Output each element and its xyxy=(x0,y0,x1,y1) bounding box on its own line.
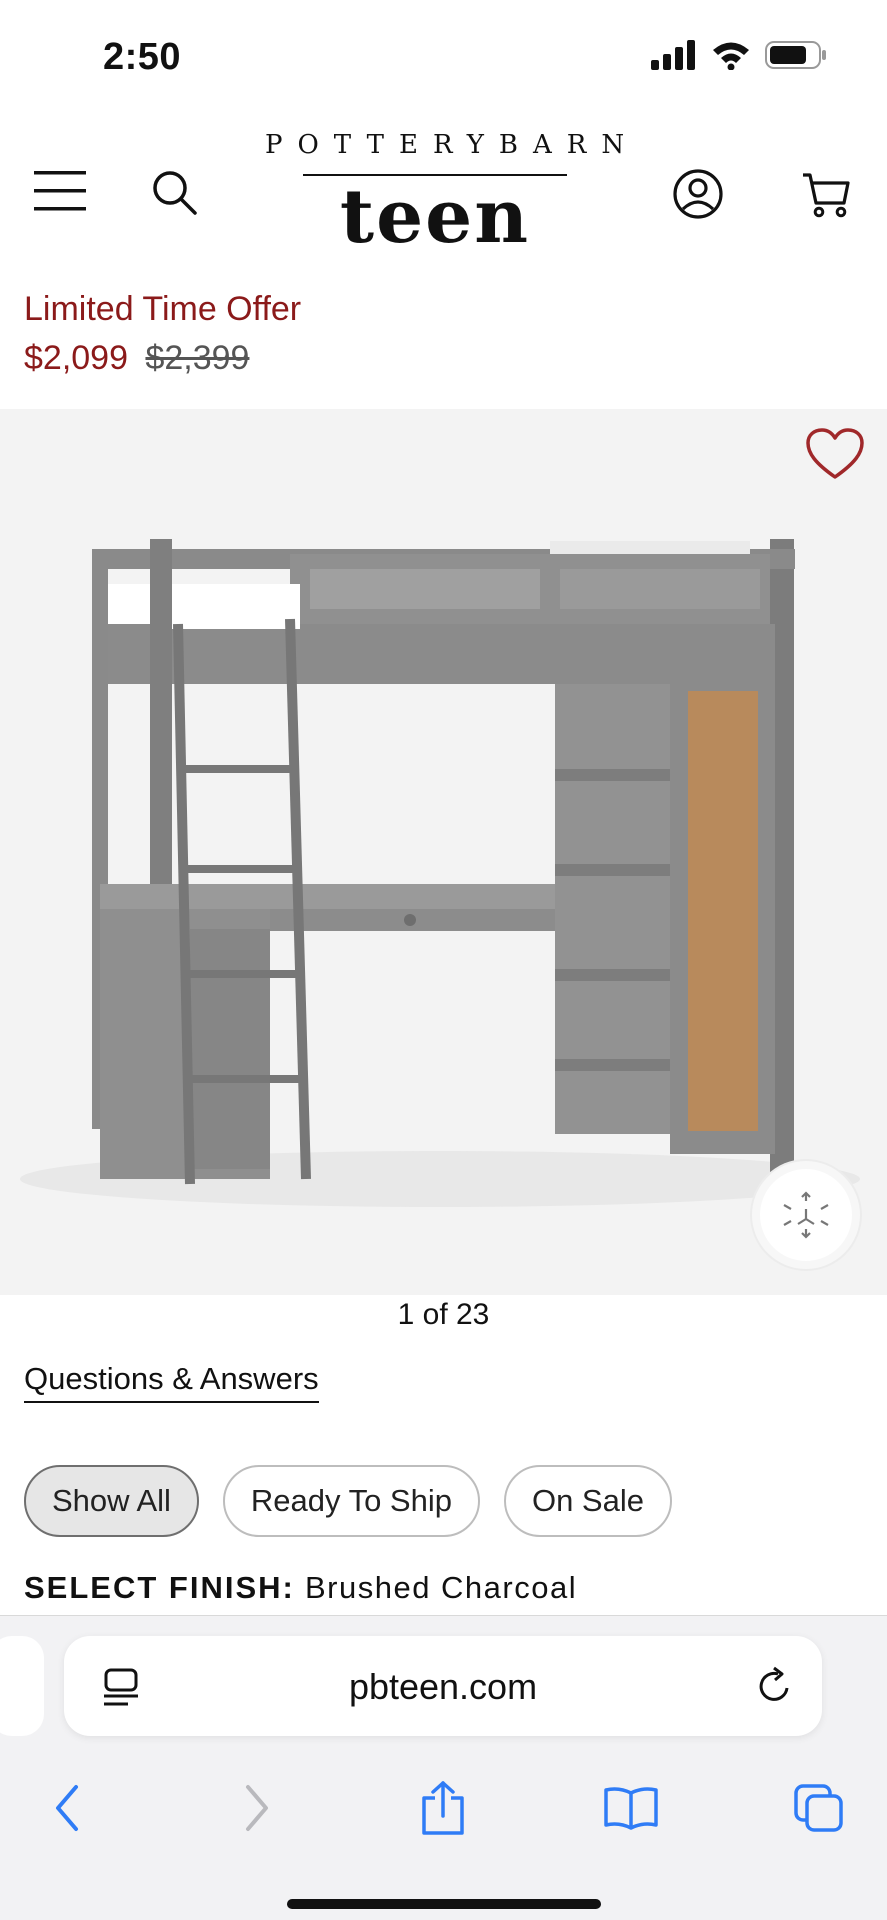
status-time: 2:50 xyxy=(103,36,182,78)
reload-button[interactable] xyxy=(754,1666,794,1711)
questions-answers-link[interactable]: Questions & Answers xyxy=(24,1361,319,1403)
filter-ready-to-ship[interactable]: Ready To Ship xyxy=(222,1465,480,1537)
image-counter: 1 of 23 xyxy=(397,1298,490,1331)
status-icons xyxy=(651,40,827,70)
back-icon xyxy=(56,1785,78,1831)
forward-icon xyxy=(246,1785,268,1831)
cart-icon xyxy=(803,173,850,218)
brand-teen: teen xyxy=(339,174,531,260)
search-button[interactable] xyxy=(146,164,202,220)
select-finish: SELECT FINISH: Brushed Charcoal xyxy=(24,1570,577,1606)
sale-price: $2,099 xyxy=(24,339,128,377)
browser-toolbar xyxy=(0,1766,887,1856)
url-text: pbteen.com xyxy=(348,1666,538,1707)
cart-button[interactable] xyxy=(798,166,854,222)
finish-label: SELECT FINISH: xyxy=(24,1570,295,1605)
wifi-icon xyxy=(713,42,749,70)
favorite-button[interactable] xyxy=(805,427,869,487)
product-image[interactable] xyxy=(0,409,887,1295)
bookmarks-button[interactable] xyxy=(596,1778,666,1838)
account-icon xyxy=(673,169,723,219)
heart-icon xyxy=(806,428,864,479)
finish-value: Brushed Charcoal xyxy=(304,1570,578,1605)
signal-icon xyxy=(651,40,695,70)
brand-logo[interactable]: POTTERYBARN teen xyxy=(250,130,640,260)
address-bar[interactable]: pbteen.com xyxy=(64,1636,822,1736)
browser-chrome: pbteen.com xyxy=(0,1615,887,1920)
previous-tab-preview[interactable] xyxy=(0,1636,44,1736)
back-button[interactable] xyxy=(32,1778,102,1838)
home-indicator[interactable] xyxy=(287,1899,601,1909)
original-price: $2,399 xyxy=(145,339,250,377)
menu-icon xyxy=(34,171,86,211)
loft-bed-illustration xyxy=(20,539,860,1207)
share-icon xyxy=(422,1781,464,1835)
share-button[interactable] xyxy=(408,1778,478,1838)
tabs-button[interactable] xyxy=(784,1778,854,1838)
tabs-icon xyxy=(794,1784,843,1832)
brand-top: POTTERYBARN xyxy=(265,130,640,160)
forward-button[interactable] xyxy=(222,1778,292,1838)
offer-label: Limited Time Offer xyxy=(24,290,302,328)
bookmarks-icon xyxy=(604,1787,658,1830)
filter-on-sale[interactable]: On Sale xyxy=(503,1465,672,1537)
reload-icon xyxy=(759,1666,789,1701)
3d-view-button[interactable] xyxy=(752,1161,860,1269)
site-header: POTTERYBARN teen xyxy=(0,118,887,278)
account-button[interactable] xyxy=(670,166,726,222)
search-icon xyxy=(153,171,197,215)
battery-icon xyxy=(765,41,826,69)
status-bar: 2:50 xyxy=(0,0,887,118)
3d-view-icon xyxy=(783,1191,829,1239)
price-block: Limited Time Offer $2,099 $2,399 xyxy=(24,290,301,378)
finish-filters: Show All Ready To Ship On Sale xyxy=(24,1465,672,1537)
menu-button[interactable] xyxy=(30,166,90,216)
price-row: $2,099 $2,399 xyxy=(24,339,301,378)
filter-show-all[interactable]: Show All xyxy=(24,1465,199,1537)
